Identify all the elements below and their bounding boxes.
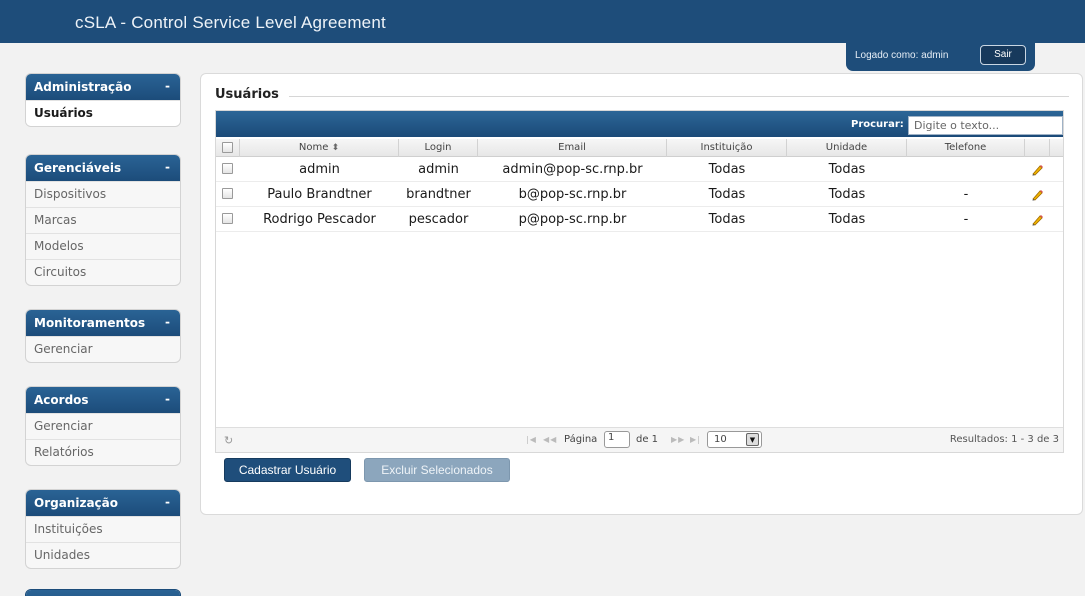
sidebar-item-modelos[interactable]: Modelos [26, 233, 180, 259]
sort-icon: ⬍ [331, 143, 340, 153]
page-number-input[interactable]: 1 [604, 431, 630, 448]
sidebar-header-label: Administração [34, 80, 132, 94]
sidebar-item-instituicoes[interactable]: Instituições [26, 516, 180, 542]
table-row[interactable]: admin admin admin@pop-sc.rnp.br Todas To… [216, 158, 1063, 182]
sidebar-item-dispositivos[interactable]: Dispositivos [26, 181, 180, 207]
grid-header: Nome ⬍ Login Email Instituição Unidade T… [216, 139, 1063, 157]
page-count-label: de 1 [636, 434, 659, 445]
grid-toolbar: Procurar: [216, 111, 1063, 137]
cell-nome: admin [299, 162, 340, 177]
main-panel: Usuários Procurar: Nome ⬍ Login Email In… [200, 73, 1083, 515]
cell-nome: Paulo Brandtner [267, 187, 372, 202]
sidebar-group-administracao: Administração - Usuários [25, 73, 181, 127]
sidebar-header-acordos[interactable]: Acordos - [26, 387, 180, 413]
cell-instituicao: Todas [708, 187, 746, 202]
cell-nome: Rodrigo Pescador [263, 212, 376, 227]
cell-email: admin@pop-sc.rnp.br [502, 162, 643, 177]
sidebar-header-label: Gerenciáveis [34, 161, 122, 175]
table-row[interactable]: Rodrigo Pescador pescador p@pop-sc.rnp.b… [216, 208, 1063, 232]
header-select-cell [216, 139, 240, 157]
sidebar-group-monitoramentos: Monitoramentos - Gerenciar [25, 309, 181, 363]
cell-instituicao: Todas [708, 162, 746, 177]
pencil-icon[interactable] [1030, 213, 1044, 227]
column-label: Nome [298, 142, 329, 153]
sidebar-group-organizacao: Organização - Instituições Unidades [25, 489, 181, 569]
collapse-icon[interactable]: - [165, 79, 170, 93]
row-checkbox[interactable] [222, 163, 233, 174]
column-header-instituicao[interactable]: Instituição [667, 139, 787, 157]
sidebar-header-label: Acordos [34, 393, 89, 407]
row-checkbox[interactable] [222, 188, 233, 199]
cell-email: b@pop-sc.rnp.br [518, 187, 627, 202]
cell-login: admin [418, 162, 459, 177]
sidebar-group-cut-off [25, 589, 181, 596]
collapse-icon[interactable]: - [165, 160, 170, 174]
sidebar-header-monitoramentos[interactable]: Monitoramentos - [26, 310, 180, 336]
last-page-icon[interactable]: ▶| [690, 435, 701, 444]
sidebar-item-relatorios[interactable]: Relatórios [26, 439, 180, 465]
results-count: Resultados: 1 - 3 de 3 [949, 434, 1059, 445]
top-bar: cSLA - Control Service Level Agreement [0, 0, 1085, 43]
chevron-down-icon: ▼ [746, 433, 759, 446]
table-row[interactable]: Paulo Brandtner brandtner b@pop-sc.rnp.b… [216, 183, 1063, 207]
column-header-unidade[interactable]: Unidade [787, 139, 907, 157]
pencil-icon[interactable] [1030, 163, 1044, 177]
cell-instituicao: Todas [708, 212, 746, 227]
cell-login: pescador [408, 212, 469, 227]
page-title: Usuários [215, 87, 279, 102]
next-page-icon[interactable]: ▶▶ [671, 435, 685, 444]
search-label: Procurar: [851, 119, 904, 130]
sidebar-item-gerenciar-acordos[interactable]: Gerenciar [26, 413, 180, 439]
collapse-icon[interactable]: - [165, 315, 170, 329]
cell-telefone: - [963, 187, 969, 202]
logged-user-label: Logado como: admin [855, 50, 949, 61]
add-user-button[interactable]: Cadastrar Usuário [224, 458, 351, 482]
cell-unidade: Todas [828, 212, 866, 227]
sidebar-item-marcas[interactable]: Marcas [26, 207, 180, 233]
select-all-checkbox[interactable] [222, 142, 233, 153]
grid-pager: ↻ |◀ ◀◀ Página 1 de 1 ▶▶ ▶| 10 ▼ Resulta… [216, 427, 1063, 452]
column-header-email[interactable]: Email [478, 139, 667, 157]
cell-telefone: - [963, 212, 969, 227]
cell-unidade: Todas [828, 162, 866, 177]
page-size-value: 10 [714, 434, 727, 445]
app-title: cSLA - Control Service Level Agreement [75, 13, 386, 32]
search-input[interactable] [908, 116, 1063, 135]
sidebar-item-circuitos[interactable]: Circuitos [26, 259, 180, 285]
prev-page-icon[interactable]: ◀◀ [543, 435, 557, 444]
sidebar-header-administracao[interactable]: Administração - [26, 74, 180, 100]
delete-selected-button[interactable]: Excluir Selecionados [364, 458, 510, 482]
pencil-icon[interactable] [1030, 188, 1044, 202]
collapse-icon[interactable]: - [165, 392, 170, 406]
cell-unidade: Todas [828, 187, 866, 202]
sidebar-header-label: Monitoramentos [34, 316, 146, 330]
column-header-telefone[interactable]: Telefone [907, 139, 1025, 157]
user-box: Logado como: admin Sair [846, 43, 1035, 71]
sidebar-header-gerenciaveis[interactable]: Gerenciáveis - [26, 155, 180, 181]
first-page-icon[interactable]: |◀ [526, 435, 537, 444]
refresh-icon[interactable]: ↻ [224, 434, 233, 447]
cell-email: p@pop-sc.rnp.br [518, 212, 627, 227]
column-header-nome[interactable]: Nome ⬍ [240, 139, 399, 157]
row-checkbox[interactable] [222, 213, 233, 224]
cell-login: brandtner [406, 187, 471, 202]
page-label: Página [564, 434, 598, 445]
column-header-actions [1025, 139, 1050, 157]
sidebar-header-partial[interactable] [26, 590, 180, 596]
title-divider [289, 96, 1069, 97]
logout-button[interactable]: Sair [980, 45, 1026, 65]
sidebar-header-organizacao[interactable]: Organização - [26, 490, 180, 516]
sidebar-item-gerenciar-monitoramentos[interactable]: Gerenciar [26, 336, 180, 362]
sidebar-group-acordos: Acordos - Gerenciar Relatórios [25, 386, 181, 466]
users-grid: Procurar: Nome ⬍ Login Email Instituição… [215, 110, 1064, 453]
sidebar-item-usuarios[interactable]: Usuários [26, 100, 180, 126]
column-header-login[interactable]: Login [399, 139, 478, 157]
sidebar-item-unidades[interactable]: Unidades [26, 542, 180, 568]
page-size-select[interactable]: 10 ▼ [707, 431, 762, 448]
collapse-icon[interactable]: - [165, 495, 170, 509]
sidebar-group-gerenciaveis: Gerenciáveis - Dispositivos Marcas Model… [25, 154, 181, 286]
sidebar-header-label: Organização [34, 496, 118, 510]
